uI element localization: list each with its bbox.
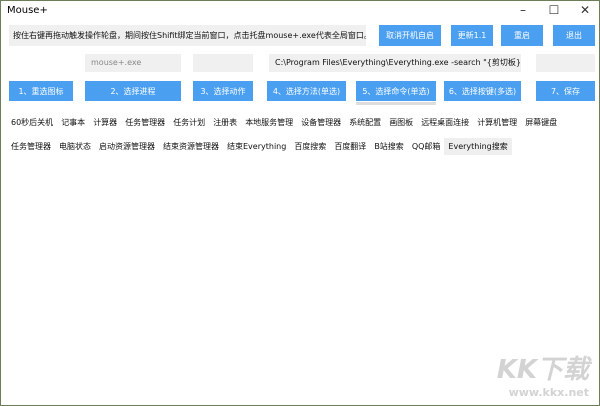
step-save-button[interactable]: 7、保存	[536, 81, 595, 101]
command-item[interactable]: 60秒后关机	[7, 114, 57, 131]
command-item[interactable]: 记事本	[57, 114, 89, 131]
keys-field[interactable]	[536, 54, 595, 72]
step-select-action-button[interactable]: 3、选择动作	[193, 81, 253, 101]
command-item[interactable]: 启动资源管理器	[95, 138, 159, 155]
command-item[interactable]: B站搜索	[370, 138, 408, 155]
command-item[interactable]: 注册表	[209, 114, 241, 131]
minimize-button[interactable]: –	[513, 3, 533, 17]
disable-autostart-button[interactable]: 取消开机自启	[379, 25, 441, 46]
command-item[interactable]: 任务管理器	[121, 114, 169, 131]
update-button[interactable]: 更新1.1	[451, 25, 493, 46]
restart-button[interactable]: 重启	[501, 25, 543, 46]
process-field[interactable]: mouse+.exe	[85, 54, 181, 72]
step-select-keys-button[interactable]: 6、选择按键(多选)	[444, 81, 521, 101]
watermark: KK下载 www.kkx.net	[497, 349, 589, 399]
command-item[interactable]: 系统配置	[345, 114, 385, 131]
action-field[interactable]	[193, 54, 253, 72]
command-item-selected[interactable]: Everything搜索	[444, 138, 512, 155]
step-reselect-icon-button[interactable]: 1、重选图标	[9, 81, 73, 101]
command-item[interactable]: 计算器	[89, 114, 121, 131]
step-select-method-button[interactable]: 4、选择方法(单选)	[267, 81, 346, 101]
step-select-command-button[interactable]: 5、选择命令(单选)	[356, 81, 436, 101]
command-item[interactable]: 电脑状态	[55, 138, 95, 155]
command-list-row-2: 任务管理器 电脑状态 启动资源管理器 结束资源管理器 结束Everything …	[7, 138, 512, 155]
command-item[interactable]: 任务计划	[169, 114, 209, 131]
command-item[interactable]: 结束Everything	[223, 138, 290, 155]
command-item[interactable]: 百度搜索	[290, 138, 330, 155]
maximize-button[interactable]: ☐	[544, 3, 564, 17]
watermark-url: www.kkx.net	[508, 386, 589, 399]
command-item[interactable]: 屏幕键盘	[521, 114, 561, 131]
command-item[interactable]: 远程桌面连接	[417, 114, 473, 131]
instruction-text: 按住右键再拖动触发操作轮盘，期间按住Shifit绑定当前窗口，点击托盘mouse…	[9, 25, 366, 46]
command-item[interactable]: 任务管理器	[7, 138, 55, 155]
window-title: Mouse+	[7, 5, 48, 16]
command-item[interactable]: 本地服务管理	[241, 114, 297, 131]
command-list-row-1: 60秒后关机 记事本 计算器 任务管理器 任务计划 注册表 本地服务管理 设备管…	[7, 114, 561, 131]
command-field[interactable]: C:\Program Files\Everything\Everything.e…	[269, 54, 521, 72]
command-item[interactable]: 计算机管理	[473, 114, 521, 131]
watermark-logo: KK下载	[496, 355, 589, 385]
command-item[interactable]: 设备管理器	[297, 114, 345, 131]
close-button[interactable]: ✕	[575, 3, 595, 17]
step-select-process-button[interactable]: 2、选择进程	[85, 81, 181, 101]
exit-button[interactable]: 退出	[553, 25, 595, 46]
command-item[interactable]: 百度翻译	[330, 138, 370, 155]
command-item[interactable]: 结束资源管理器	[159, 138, 223, 155]
active-step-indicator	[356, 102, 436, 105]
command-item[interactable]: QQ邮箱	[408, 138, 445, 155]
command-item[interactable]: 画图板	[385, 114, 417, 131]
